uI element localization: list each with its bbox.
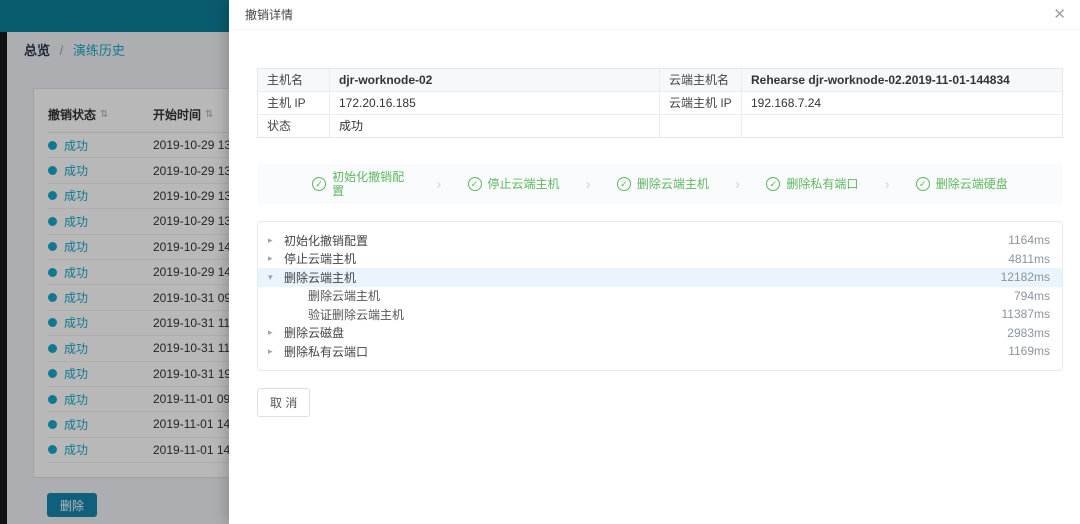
- chevron-right-icon: ›: [585, 175, 591, 193]
- tree-item-duration: 12182ms: [1000, 270, 1050, 285]
- chevron-right-icon: ›: [735, 175, 741, 193]
- caret-collapsed-icon[interactable]: ▸: [268, 235, 284, 246]
- cloud-host-ip-label: 云端主机 IP: [660, 92, 742, 115]
- check-circle-icon: ✓: [312, 177, 327, 191]
- step-delete-cloud-host: ✓ 删除云端主机: [616, 177, 709, 191]
- check-circle-icon: ✓: [766, 177, 781, 191]
- tree-item[interactable]: ▸ 删除云磁盘 2983ms: [258, 324, 1062, 343]
- host-ip-value: 172.20.16.185: [330, 92, 660, 115]
- cloud-host-name-label: 云端主机名: [660, 69, 742, 92]
- caret-expanded-icon[interactable]: ▾: [268, 272, 284, 283]
- empty-cell: [742, 115, 1062, 137]
- caret-collapsed-icon[interactable]: ▸: [268, 327, 284, 338]
- caret-collapsed-icon[interactable]: ▸: [268, 253, 284, 264]
- tree-subitem[interactable]: 验证删除云端主机 11387ms: [258, 305, 1062, 324]
- screen: 总览 / 演练历史 撤销状态 ⇅ 开始时间 ⇅ 成功 2019-10-29 13…: [0, 0, 1080, 524]
- tree-item-duration: 11387ms: [1001, 307, 1050, 322]
- chevron-right-icon: ›: [884, 175, 890, 193]
- step-delete-private-port: ✓ 删除私有端口: [766, 177, 858, 191]
- empty-cell: [660, 115, 742, 137]
- tree-item-label: 删除云端主机: [284, 270, 357, 285]
- tree-item-label: 删除云端主机: [308, 289, 381, 304]
- caret-collapsed-icon[interactable]: ▸: [268, 346, 284, 357]
- tree-item[interactable]: ▸ 删除私有云端口 1169ms: [258, 342, 1062, 361]
- cloud-host-ip-value: 192.168.7.24: [742, 92, 1062, 115]
- host-ip-label: 主机 IP: [258, 92, 330, 115]
- tree-item-label: 停止云端主机: [284, 252, 357, 267]
- tree-item-label: 删除云磁盘: [284, 326, 345, 341]
- step-stop-cloud-host: ✓ 停止云端主机: [467, 177, 560, 191]
- tree-item-duration: 1164ms: [1008, 233, 1050, 248]
- tree-item-duration: 1169ms: [1008, 344, 1050, 359]
- host-name-label: 主机名: [258, 69, 330, 92]
- tree-item[interactable]: ▸ 停止云端主机 4811ms: [258, 250, 1062, 269]
- steps-bar: ✓ 初始化撤销配置 › ✓ 停止云端主机 › ✓ 删除云端主机 › ✓ 删除私有…: [257, 163, 1063, 205]
- cancel-button[interactable]: 取 消: [257, 387, 311, 417]
- chevron-right-icon: ›: [436, 175, 442, 193]
- tree-item-duration: 794ms: [1013, 288, 1050, 303]
- step-delete-cloud-disk: ✓ 删除云端硬盘: [915, 177, 1008, 191]
- tree-item-duration: 2983ms: [1007, 325, 1050, 340]
- tree-item-expanded[interactable]: ▾ 删除云端主机 12182ms: [258, 268, 1062, 287]
- tree-item[interactable]: ▸ 初始化撤销配置 1164ms: [258, 231, 1062, 250]
- status-value: 成功: [330, 115, 660, 137]
- tree-subitem[interactable]: 删除云端主机 794ms: [258, 287, 1062, 306]
- close-icon[interactable]: ✕: [1053, 4, 1066, 26]
- tree-item-label: 验证删除云端主机: [308, 307, 405, 322]
- revoke-detail-drawer: 撤销详情 ✕ 主机名 djr-worknode-02 云端主机名 Rehears…: [229, 0, 1080, 524]
- tree-item-label: 初始化撤销配置: [284, 233, 369, 248]
- status-label: 状态: [258, 115, 330, 137]
- host-name-value: djr-worknode-02: [330, 69, 660, 92]
- tree-item-duration: 4811ms: [1008, 251, 1050, 266]
- step-init-revoke-config: ✓ 初始化撤销配置: [312, 170, 410, 198]
- check-circle-icon: ✓: [616, 177, 631, 191]
- drawer-title: 撤销详情: [245, 8, 294, 22]
- check-circle-icon: ✓: [915, 177, 930, 191]
- tree-item-label: 删除私有云端口: [284, 344, 369, 359]
- host-info-table: 主机名 djr-worknode-02 云端主机名 Rehearse djr-w…: [257, 68, 1063, 138]
- cloud-host-name-value: Rehearse djr-worknode-02.2019-11-01-1448…: [742, 69, 1062, 92]
- drawer-header: 撤销详情 ✕: [229, 0, 1080, 30]
- task-tree: ▸ 初始化撤销配置 1164ms ▸ 停止云端主机 4811ms ▾ 删除云端主…: [257, 221, 1063, 371]
- check-circle-icon: ✓: [467, 177, 482, 191]
